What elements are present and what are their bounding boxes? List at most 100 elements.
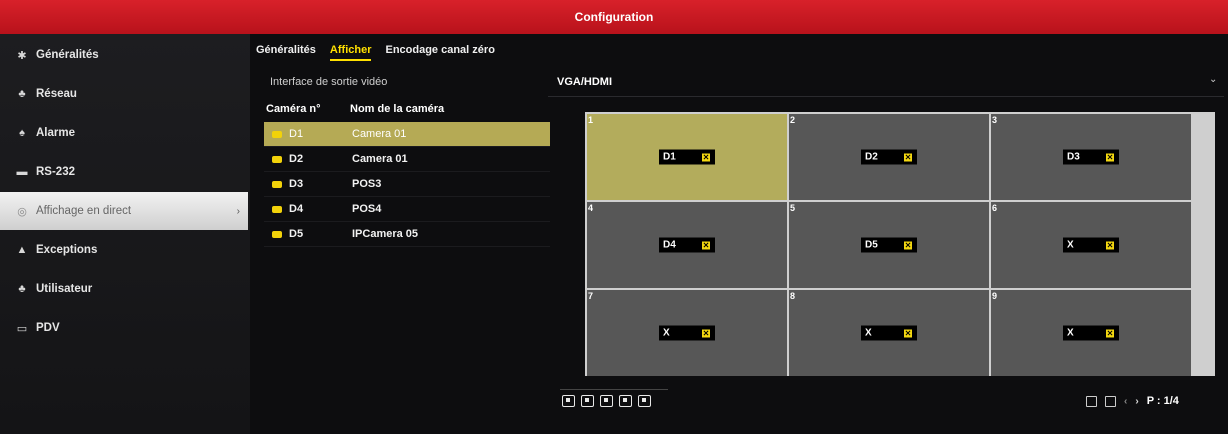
- cell-number: 7: [588, 291, 594, 301]
- cell-number: 8: [790, 291, 796, 301]
- tab-bar: Généralités Afficher Encodage canal zéro: [256, 44, 495, 61]
- cell-number: 3: [992, 115, 998, 125]
- close-icon[interactable]: [903, 328, 913, 338]
- layout-4-icon[interactable]: [581, 395, 594, 407]
- gear-icon: ✱: [17, 49, 27, 62]
- chevron-down-icon[interactable]: ⌄: [1209, 74, 1217, 85]
- close-icon[interactable]: [1105, 328, 1115, 338]
- camera-name-header: Nom de la caméra: [350, 103, 445, 115]
- cell-camera-tag: D3: [1063, 149, 1119, 165]
- layout-8-icon[interactable]: [619, 395, 632, 407]
- camera-name: Camera 01: [352, 128, 407, 140]
- serial-port-icon: ▬: [16, 166, 28, 178]
- tab-generalites[interactable]: Généralités: [256, 44, 316, 61]
- sidebar: ✱ Généralités ♣ Réseau ♠ Alarme ▬ RS-232 ◎ Affich…: [0, 34, 250, 434]
- cell-camera-tag: X: [1063, 237, 1119, 253]
- cell-camera-tag: D5: [861, 237, 917, 253]
- page-indicator: P : 1/4: [1146, 395, 1179, 407]
- layout-buttons: [562, 395, 651, 407]
- tab-encodage-canal-zero[interactable]: Encodage canal zéro: [385, 44, 494, 61]
- sidebar-item-label: Alarme: [36, 127, 75, 139]
- cell-camera-tag: X: [1063, 325, 1119, 341]
- layout-grid: 1 D1 2 D2 3 D3 4 D4 5 D5 6 X 7 X 8 X 9 X: [585, 112, 1215, 376]
- sidebar-item-r-seau[interactable]: ♣ Réseau: [0, 75, 250, 113]
- camera-name: IPCamera 05: [352, 228, 419, 240]
- network-icon: ♣: [18, 88, 26, 100]
- sidebar-item-label: Exceptions: [36, 244, 98, 256]
- cell-camera-label: D5: [865, 239, 878, 251]
- cell-number: 2: [790, 115, 796, 125]
- camera-id: D2: [289, 153, 304, 165]
- sidebar-item-label: PDV: [36, 322, 60, 334]
- cell-camera-label: X: [865, 327, 872, 339]
- cell-number: 5: [790, 203, 796, 213]
- cell-camera-label: X: [1067, 239, 1074, 251]
- chevron-right-icon: ›: [236, 205, 240, 217]
- pager: ‹ › P : 1/4: [1086, 395, 1179, 407]
- camera-icon: [272, 130, 282, 138]
- cell-number: 9: [992, 291, 998, 301]
- grid-cell[interactable]: 8X: [789, 290, 989, 376]
- sidebar-item-alarme[interactable]: ♠ Alarme: [0, 114, 250, 152]
- close-icon[interactable]: [701, 240, 711, 250]
- camera-row[interactable]: D2 Camera 01: [264, 147, 550, 172]
- close-icon[interactable]: [903, 240, 913, 250]
- grid-cell[interactable]: 5 D5: [789, 202, 989, 288]
- previous-page-icon[interactable]: ‹: [1124, 396, 1127, 407]
- sidebar-item-label: RS-232: [36, 166, 75, 178]
- video-output-select[interactable]: VGA/HDMI: [557, 76, 612, 88]
- cell-camera-label: D4: [663, 239, 676, 251]
- grid-cell[interactable]: 3 D3: [991, 114, 1191, 200]
- cell-camera-tag: X: [659, 325, 715, 341]
- first-page-icon[interactable]: [1086, 395, 1097, 407]
- camera-icon: [272, 180, 282, 188]
- camera-list: D1 Camera 01 D2 Camera 01 D3 POS3 D4 POS4 D5 IPCa…: [264, 122, 550, 247]
- camera-id: D5: [289, 228, 304, 240]
- cell-camera-tag: D1: [659, 149, 715, 165]
- grid-cell[interactable]: 2 D2: [789, 114, 989, 200]
- close-icon[interactable]: [903, 152, 913, 162]
- sidebar-item-pdv[interactable]: ▭ PDV: [0, 309, 250, 347]
- close-icon[interactable]: [1105, 152, 1115, 162]
- close-icon[interactable]: [1105, 240, 1115, 250]
- warning-icon: ▲: [16, 244, 28, 256]
- grid-cell[interactable]: 1 D1: [587, 114, 787, 200]
- sidebar-item-rs-232[interactable]: ▬ RS-232: [0, 153, 250, 191]
- camera-row[interactable]: D5 IPCamera 05: [264, 222, 550, 247]
- camera-name: POS4: [352, 203, 382, 215]
- tab-afficher[interactable]: Afficher: [329, 44, 372, 61]
- cell-camera-tag: X: [861, 325, 917, 341]
- close-icon[interactable]: [701, 152, 711, 162]
- alarm-icon: ♠: [19, 127, 25, 139]
- cell-number: 4: [588, 203, 594, 213]
- eye-icon: ◎: [17, 205, 27, 218]
- sidebar-item-utilisateur[interactable]: ♣ Utilisateur: [0, 270, 250, 308]
- sidebar-item-label: Généralités: [36, 49, 99, 61]
- grid-cell[interactable]: 6X: [991, 202, 1191, 288]
- grid-cell[interactable]: 4 D4: [587, 202, 787, 288]
- camera-row[interactable]: D3 POS3: [264, 172, 550, 197]
- grid-cell[interactable]: 7X: [587, 290, 787, 376]
- layout-6-icon[interactable]: [600, 395, 613, 407]
- cell-camera-label: D2: [865, 151, 878, 163]
- layout-9-icon[interactable]: [638, 395, 651, 407]
- camera-number-header: Caméra n°: [266, 103, 321, 115]
- last-page-icon[interactable]: [1105, 395, 1116, 407]
- camera-row[interactable]: D4 POS4: [264, 197, 550, 222]
- close-icon[interactable]: [701, 328, 711, 338]
- cell-camera-tag: D4: [659, 237, 715, 253]
- camera-row[interactable]: D1 Camera 01: [264, 122, 550, 147]
- sidebar-item-exceptions[interactable]: ▲ Exceptions: [0, 231, 250, 269]
- camera-name: Camera 01: [352, 153, 408, 165]
- camera-icon: [272, 155, 282, 163]
- next-page-icon[interactable]: ›: [1135, 396, 1138, 407]
- cell-camera-label: X: [663, 327, 670, 339]
- sidebar-item-g-n-ralit-s[interactable]: ✱ Généralités: [0, 36, 250, 74]
- layout-1-icon[interactable]: [562, 395, 575, 407]
- camera-name: POS3: [352, 178, 382, 190]
- video-output-label: Interface de sortie vidéo: [270, 76, 388, 88]
- grid-cell[interactable]: 9X: [991, 290, 1191, 376]
- sidebar-item-affichage-en-direct[interactable]: ◎ Affichage en direct ›: [0, 192, 248, 230]
- sidebar-item-label: Utilisateur: [36, 283, 93, 295]
- camera-icon: [272, 205, 282, 213]
